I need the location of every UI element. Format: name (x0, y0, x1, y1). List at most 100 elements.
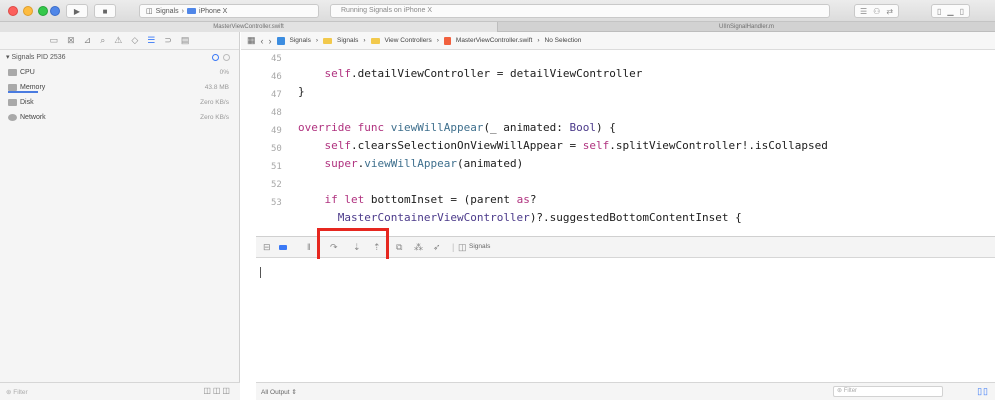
pause-continue-icon[interactable]: ‖ (307, 242, 311, 252)
inspector-toggle-icon: ▯ (959, 6, 964, 16)
navigator-filter-options-icon[interactable]: ◫◫◫ (203, 386, 232, 395)
swift-file-icon (443, 36, 451, 45)
run-button[interactable]: ▶ (66, 4, 88, 18)
zoom-window-button[interactable] (38, 6, 48, 16)
line-number-gutter[interactable]: 45 46 47 48 49 50 51 52 53 (241, 51, 286, 235)
test-navigator-icon[interactable]: ◇ (131, 35, 138, 46)
breakpoint-navigator-icon[interactable]: ⊃ (164, 35, 172, 46)
breadcrumb-selection[interactable]: No Selection (545, 37, 582, 44)
device-label: iPhone X (198, 7, 228, 15)
folder-icon (323, 37, 333, 44)
code-line: MasterContainerViewController)?.suggeste… (337, 211, 742, 224)
gauge-value: 0% (219, 69, 229, 76)
stop-icon: ■ (102, 6, 108, 16)
simulate-location-icon[interactable]: ➶ (433, 242, 441, 253)
tab-bar: MasterViewController.swift UIInSignalHan… (0, 22, 995, 32)
close-window-button[interactable] (8, 6, 18, 16)
hide-debug-area-icon[interactable]: ⊟ (263, 242, 271, 253)
activity-viewer: Running Signals on iPhone X (330, 4, 830, 18)
filter-icon: ⊛ (837, 388, 843, 394)
source-control-navigator-icon[interactable]: ⊠ (67, 35, 75, 46)
split-console-icon[interactable]: ▯▯ (977, 386, 989, 397)
gauge-row-network[interactable]: Network Zero KB/s (0, 110, 239, 125)
app-target-icon: ◫ (146, 8, 153, 15)
breadcrumb-project[interactable]: Signals (290, 37, 311, 44)
filter-icon: ⊛ (6, 389, 12, 396)
memory-bar (8, 91, 38, 93)
process-gauge-icon (212, 54, 219, 61)
navigator-toggle-icon: ▯ (937, 6, 942, 16)
text-cursor (260, 267, 261, 278)
issue-navigator-icon[interactable]: ⚠ (114, 35, 122, 46)
related-items-icon[interactable]: ▦ (247, 35, 256, 46)
gauge-label: Network (20, 114, 46, 121)
gauge-label: Memory (20, 84, 46, 91)
line-number: 52 (271, 180, 282, 190)
cpu-icon (8, 69, 17, 76)
debug-navigator: ▭ ⊠ ⊿ ⌕ ⚠ ◇ ☰ ⊃ ▤ ▾ Signals PID 2536 CPU… (0, 32, 240, 400)
symbol-navigator-icon[interactable]: ⊿ (84, 35, 92, 46)
gauge-value: 43.8 MB (204, 84, 229, 91)
folder-icon (370, 37, 380, 44)
code-line: self.detailViewController = detailViewCo… (324, 67, 643, 80)
forward-icon[interactable]: › (269, 36, 272, 46)
fullscreen-window-button[interactable] (50, 6, 60, 16)
console-area[interactable] (256, 259, 995, 382)
memory-graph-icon[interactable]: ⁂ (414, 242, 423, 253)
gauge-value: Zero KB/s (200, 99, 229, 106)
debug-target-label[interactable]: Signals (469, 243, 490, 250)
gauge-label: Disk (20, 99, 34, 106)
breadcrumb-group[interactable]: Signals (337, 37, 358, 44)
scheme-selector[interactable]: ◫ Signals › iPhone X (139, 4, 319, 18)
debug-navigator-icon[interactable]: ☰ (147, 35, 155, 46)
breadcrumb-folder[interactable]: View Controllers (385, 37, 432, 44)
panel-toggle-control[interactable]: ▯ ▁ ▯ (931, 4, 970, 18)
code-line: if let bottomInset = (parent as? (324, 193, 537, 206)
editor-mode-control[interactable]: ☰ ⚇ ⇄ (854, 4, 900, 18)
line-number: 53 (271, 198, 282, 208)
project-icon (276, 36, 285, 45)
network-icon (8, 114, 17, 121)
jump-bar: ▦ ‹ › Signals › Signals › View Controlle… (241, 32, 995, 50)
gauge-label: CPU (20, 69, 35, 76)
navigator-selector-bar: ▭ ⊠ ⊿ ⌕ ⚠ ◇ ☰ ⊃ ▤ (0, 32, 239, 50)
assistant-editor-icon: ⚇ (873, 6, 881, 16)
line-number: 51 (271, 162, 282, 172)
standard-editor-icon: ☰ (860, 6, 868, 16)
console-filter-field[interactable]: ⊛ Filter (833, 386, 943, 397)
tab-uisignalhandler[interactable]: UIInSignalHandler.m (498, 22, 995, 32)
line-number: 47 (271, 90, 282, 100)
console-footer: All Output ⇕ ⊛ Filter ▯▯ (256, 382, 995, 400)
process-options-icon (223, 54, 230, 61)
disclosure-triangle-icon: ▾ (6, 54, 10, 61)
process-label: Signals PID 2536 (11, 54, 66, 61)
line-number: 49 (271, 126, 282, 136)
version-editor-icon: ⇄ (886, 6, 894, 16)
gauge-row-cpu[interactable]: CPU 0% (0, 65, 239, 80)
scheme-target-label: Signals (155, 7, 179, 15)
gauge-row-disk[interactable]: Disk Zero KB/s (0, 95, 239, 110)
gauge-row-memory[interactable]: Memory 43.8 MB (0, 80, 239, 95)
navigator-filter-field[interactable]: ⊛ Filter (6, 387, 166, 398)
breadcrumb-file[interactable]: MasterViewController.swift (456, 37, 532, 44)
report-navigator-icon[interactable]: ▤ (181, 35, 190, 46)
code-line: super.viewWillAppear(animated) (324, 157, 524, 170)
device-icon (186, 8, 196, 14)
thread-app-icon: ◫ (458, 242, 467, 252)
disk-icon (8, 99, 17, 106)
back-icon[interactable]: ‹ (261, 36, 264, 46)
line-number: 50 (271, 144, 282, 154)
output-selector[interactable]: All Output ⇕ (261, 388, 297, 396)
window-toolbar: ▶ ■ ◫ Signals › iPhone X Running Signals… (0, 0, 995, 22)
minimize-window-button[interactable] (23, 6, 33, 16)
play-icon: ▶ (73, 6, 81, 16)
view-hierarchy-icon[interactable]: ⧉ (396, 242, 402, 253)
tab-masterviewcontroller[interactable]: MasterViewController.swift (0, 22, 498, 32)
source-editor[interactable]: 45 46 47 48 49 50 51 52 53 self.detailVi… (241, 51, 995, 235)
project-navigator-icon[interactable]: ▭ (50, 35, 59, 46)
find-navigator-icon[interactable]: ⌕ (100, 35, 105, 46)
line-number: 45 (271, 54, 282, 64)
stop-button[interactable]: ■ (94, 4, 116, 18)
breakpoints-toggle-icon[interactable] (279, 245, 287, 250)
process-row[interactable]: ▾ Signals PID 2536 (0, 50, 239, 65)
